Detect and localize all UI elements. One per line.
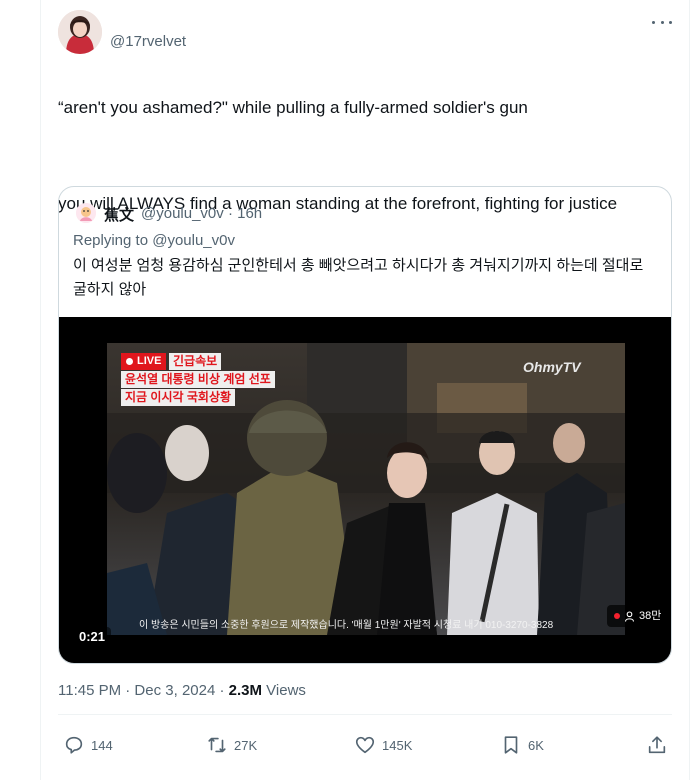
share-icon bbox=[648, 736, 666, 754]
tweet-meta: 11:45 PM · Dec 3, 2024 · 2.3M Views bbox=[58, 682, 306, 699]
live-badge: LIVE bbox=[121, 353, 167, 370]
live-dot-icon bbox=[126, 358, 133, 365]
author-handle[interactable]: @17rvelvet bbox=[110, 33, 186, 50]
quoted-tweet[interactable]: 蕉文 @youlu_v0v · 16h Replying to @youlu_v… bbox=[58, 186, 672, 664]
repost-icon bbox=[208, 737, 226, 753]
bookmark-count: 6K bbox=[528, 737, 544, 753]
share-button[interactable] bbox=[646, 734, 668, 756]
avatar[interactable] bbox=[58, 10, 102, 54]
person-icon bbox=[624, 610, 635, 622]
quoted-avatar[interactable] bbox=[76, 203, 96, 223]
headline-banner: 윤석열 대통령 비상 계엄 선포 bbox=[121, 371, 275, 388]
like-button[interactable]: 145K bbox=[354, 734, 412, 756]
replying-handle[interactable]: @youlu_v0v bbox=[152, 232, 235, 249]
live-label: LIVE bbox=[137, 355, 162, 367]
left-column-border bbox=[40, 0, 41, 780]
repost-count: 27K bbox=[234, 737, 258, 753]
views-label: Views bbox=[262, 682, 306, 699]
repost-button[interactable]: 27K bbox=[206, 734, 257, 756]
breaking-banner: 긴급속보 bbox=[169, 353, 222, 370]
more-icon[interactable] bbox=[652, 16, 672, 28]
like-count: 145K bbox=[382, 737, 413, 753]
quoted-text: 이 여성분 엄청 용감하심 군인한테서 총 빼앗으려고 하시다가 총 겨눠지기까… bbox=[73, 257, 644, 298]
live-indicator-icon bbox=[614, 613, 620, 619]
video-timecode: 0:21 bbox=[73, 627, 112, 647]
bookmark-icon bbox=[504, 736, 518, 754]
video-player[interactable]: LIVE 긴급속보 윤석열 대통령 비상 계엄 선포 지금 이시각 국회상황 O… bbox=[59, 317, 671, 663]
video-caption: 이 방송은 시민들의 소중한 후원으로 제작했습니다. '매월 1만원' 자발적… bbox=[139, 620, 554, 631]
bookmark-button[interactable]: 6K bbox=[500, 734, 544, 756]
timestamp[interactable]: 11:45 PM · Dec 3, 2024 · bbox=[58, 682, 229, 699]
broadcaster-watermark: OhmyTV bbox=[523, 359, 581, 375]
subheadline-banner: 지금 이시각 국회상황 bbox=[121, 389, 236, 406]
divider bbox=[58, 714, 672, 715]
replying-prefix: Replying to bbox=[73, 232, 149, 249]
views-count: 2.3M bbox=[228, 682, 262, 699]
reply-icon bbox=[65, 736, 83, 754]
reply-count: 144 bbox=[91, 737, 113, 753]
quoted-handle-time: @youlu_v0v · 16h bbox=[141, 205, 263, 222]
like-icon bbox=[355, 736, 375, 754]
replying-to: Replying to @youlu_v0v bbox=[73, 232, 235, 249]
right-column-border bbox=[689, 0, 690, 780]
reply-button[interactable]: 144 bbox=[63, 734, 113, 756]
viewer-count: 38만 bbox=[639, 610, 662, 622]
tweet-text-line1: “aren't you ashamed?" while pulling a fu… bbox=[58, 98, 528, 117]
viewer-count-badge: 38만 bbox=[607, 605, 669, 627]
quoted-display-name[interactable]: 蕉文 bbox=[104, 204, 134, 225]
